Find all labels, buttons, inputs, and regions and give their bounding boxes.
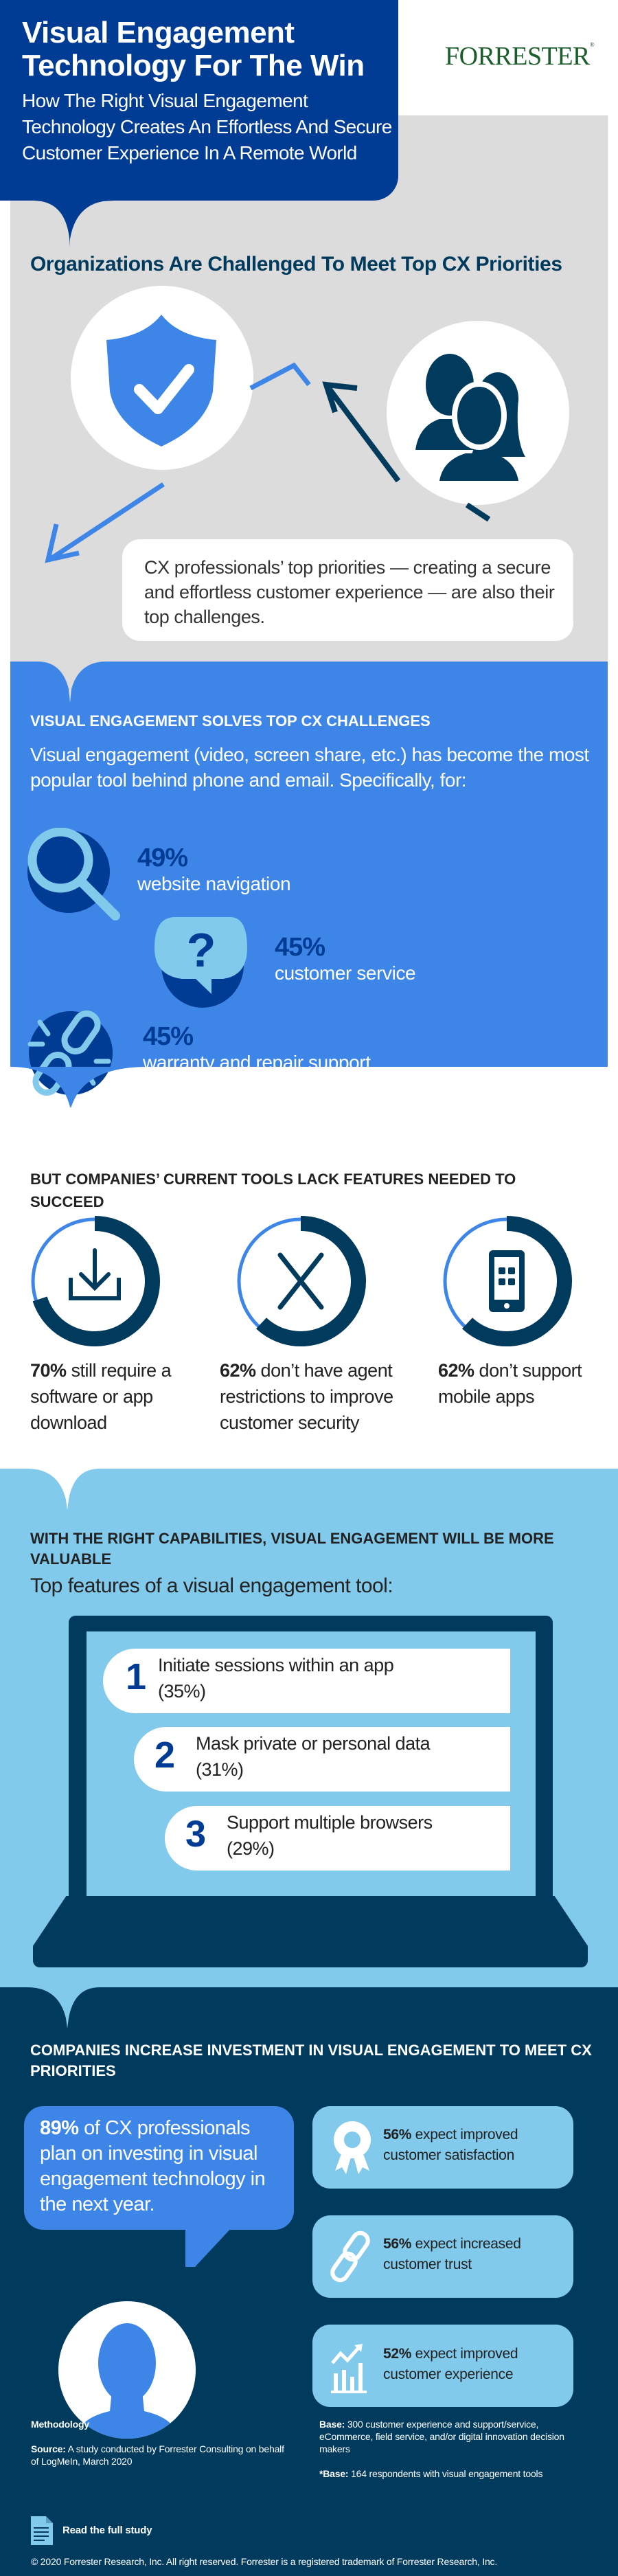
progress-ring-2	[237, 1216, 366, 1346]
investment-title: COMPANIES INCREASE INVESTMENT IN VISUAL …	[30, 2042, 592, 2079]
lack-title: BUT COMPANIES’ CURRENT TOOLS LACK FEATUR…	[30, 1171, 516, 1210]
lack-stat-3: 62% don’t support mobile apps	[438, 1357, 603, 1410]
capabilities-subtitle: Top features of a visual engagement tool…	[30, 1574, 393, 1597]
question-bubble-icon: ?	[154, 917, 247, 1008]
section-pointer	[10, 1067, 148, 1108]
section-pointer	[27, 1987, 100, 2029]
header-pointer	[0, 199, 130, 247]
methodology-label: Methodology	[31, 2419, 89, 2430]
expectation-pct: 56%	[383, 2236, 412, 2252]
x-icon	[277, 1252, 324, 1310]
expectation-text-3: 52% expect improved customer experience	[383, 2344, 569, 2385]
base-note: Base: 300 customer experience and suppor…	[319, 2418, 580, 2455]
feature-text-3: Support multiple browsers (29%)	[227, 1809, 501, 1862]
base2-note: *Base: 164 respondents with visual engag…	[319, 2467, 594, 2480]
feature-pct: (35%)	[158, 1681, 206, 1702]
magnifier-icon	[27, 828, 120, 920]
bubble-text: 89% of CX professionals plan on investin…	[40, 2116, 287, 2217]
expectation-pct: 52%	[383, 2346, 412, 2362]
feature-label: Initiate sessions within an app	[158, 1655, 394, 1675]
svg-text:?: ?	[187, 923, 216, 977]
expectation-text-2: 56% expect increased customer trust	[383, 2234, 569, 2275]
feature-rank: 1	[126, 1656, 147, 1697]
arrow-line-navy	[323, 383, 401, 483]
base-label: Base:	[319, 2419, 345, 2430]
feature-text-2: Mask private or personal data (31%)	[196, 1730, 505, 1783]
solves-item-2: 45% customer service	[275, 933, 416, 984]
lack-rings	[31, 1216, 572, 1346]
read-study-label: Read the full study	[62, 2524, 152, 2536]
logo-text: FORRESTER	[445, 42, 590, 71]
logo-registered-mark: ®	[589, 41, 595, 48]
read-study-link[interactable]: Read the full study	[31, 2516, 152, 2545]
solves-title: VISUAL ENGAGEMENT SOLVES TOP CX CHALLENG…	[30, 712, 431, 730]
base-text: 300 customer experience and support/serv…	[319, 2419, 564, 2454]
page-subtitle: How The Right Visual Engagement Technolo…	[22, 90, 392, 163]
document-icon	[31, 2516, 53, 2545]
page-title: Visual Engagement Technology For The Win	[22, 16, 365, 82]
copyright: © 2020 Forrester Research, Inc. All righ…	[31, 2556, 498, 2567]
feature-label: Mask private or personal data	[196, 1733, 431, 1754]
solves-item-label: website navigation	[137, 873, 291, 894]
solves-item-label: warranty and repair support	[143, 1052, 371, 1073]
feature-rank: 2	[154, 1735, 176, 1776]
solves-item-pct: 49%	[137, 844, 188, 872]
methodology-heading: Methodology	[31, 2418, 89, 2430]
challenges-title: Organizations Are Challenged To Meet Top…	[30, 253, 562, 275]
forrester-logo: FORRESTER®	[445, 41, 603, 71]
mobile-icon	[489, 1250, 525, 1312]
callout-text: CX professionals’ top priorities — creat…	[144, 557, 555, 627]
source-text: A study conducted by Forrester Consultin…	[31, 2443, 284, 2467]
section-pointer	[38, 662, 106, 703]
section-pointer	[27, 1469, 100, 1510]
capabilities-title: WITH THE RIGHT CAPABILITIES, VISUAL ENGA…	[30, 1530, 554, 1568]
chain-link-icon	[330, 2230, 370, 2283]
solves-item-3: 45% warranty and repair support	[143, 1022, 371, 1074]
award-ribbon-icon	[334, 2121, 371, 2174]
lack-stat-pct: 70%	[30, 1360, 67, 1381]
solves-body: Visual engagement (video, screen share, …	[30, 744, 589, 791]
feature-pct: (29%)	[227, 1838, 275, 1859]
feature-rank: 3	[185, 1814, 207, 1855]
feature-label: Support multiple browsers	[227, 1812, 433, 1833]
solves-item-1: 49% website navigation	[137, 844, 291, 895]
feature-text-1: Initiate sessions within an app (35%)	[158, 1652, 501, 1704]
base2-text: 164 respondents with visual engagement t…	[348, 2468, 543, 2479]
base2-label: *Base:	[319, 2468, 349, 2479]
expectation-pct: 56%	[383, 2127, 412, 2143]
source-label: Source:	[31, 2443, 66, 2454]
solves-item-pct: 45%	[143, 1022, 194, 1051]
expectation-text-1: 56% expect improved customer satisfactio…	[383, 2125, 569, 2166]
solves-item-pct: 45%	[275, 933, 325, 962]
lack-stat-pct: 62%	[438, 1360, 474, 1381]
laptop-base	[33, 1896, 588, 1967]
solves-item-label: customer service	[275, 962, 416, 984]
source-note: Source: A study conducted by Forrester C…	[31, 2443, 292, 2467]
progress-ring-3	[443, 1216, 572, 1346]
download-icon	[69, 1248, 121, 1300]
ring-fill	[255, 1216, 366, 1346]
lack-stat-2: 62% don’t have agent restrictions to imp…	[220, 1357, 398, 1436]
lack-stat-1: 70% still require a software or app down…	[30, 1357, 195, 1436]
lack-stat-pct: 62%	[220, 1360, 256, 1381]
bubble-pct: 89%	[40, 2117, 79, 2139]
growth-chart-icon	[331, 2344, 367, 2393]
progress-ring-1	[31, 1216, 160, 1346]
feature-pct: (31%)	[196, 1759, 244, 1780]
